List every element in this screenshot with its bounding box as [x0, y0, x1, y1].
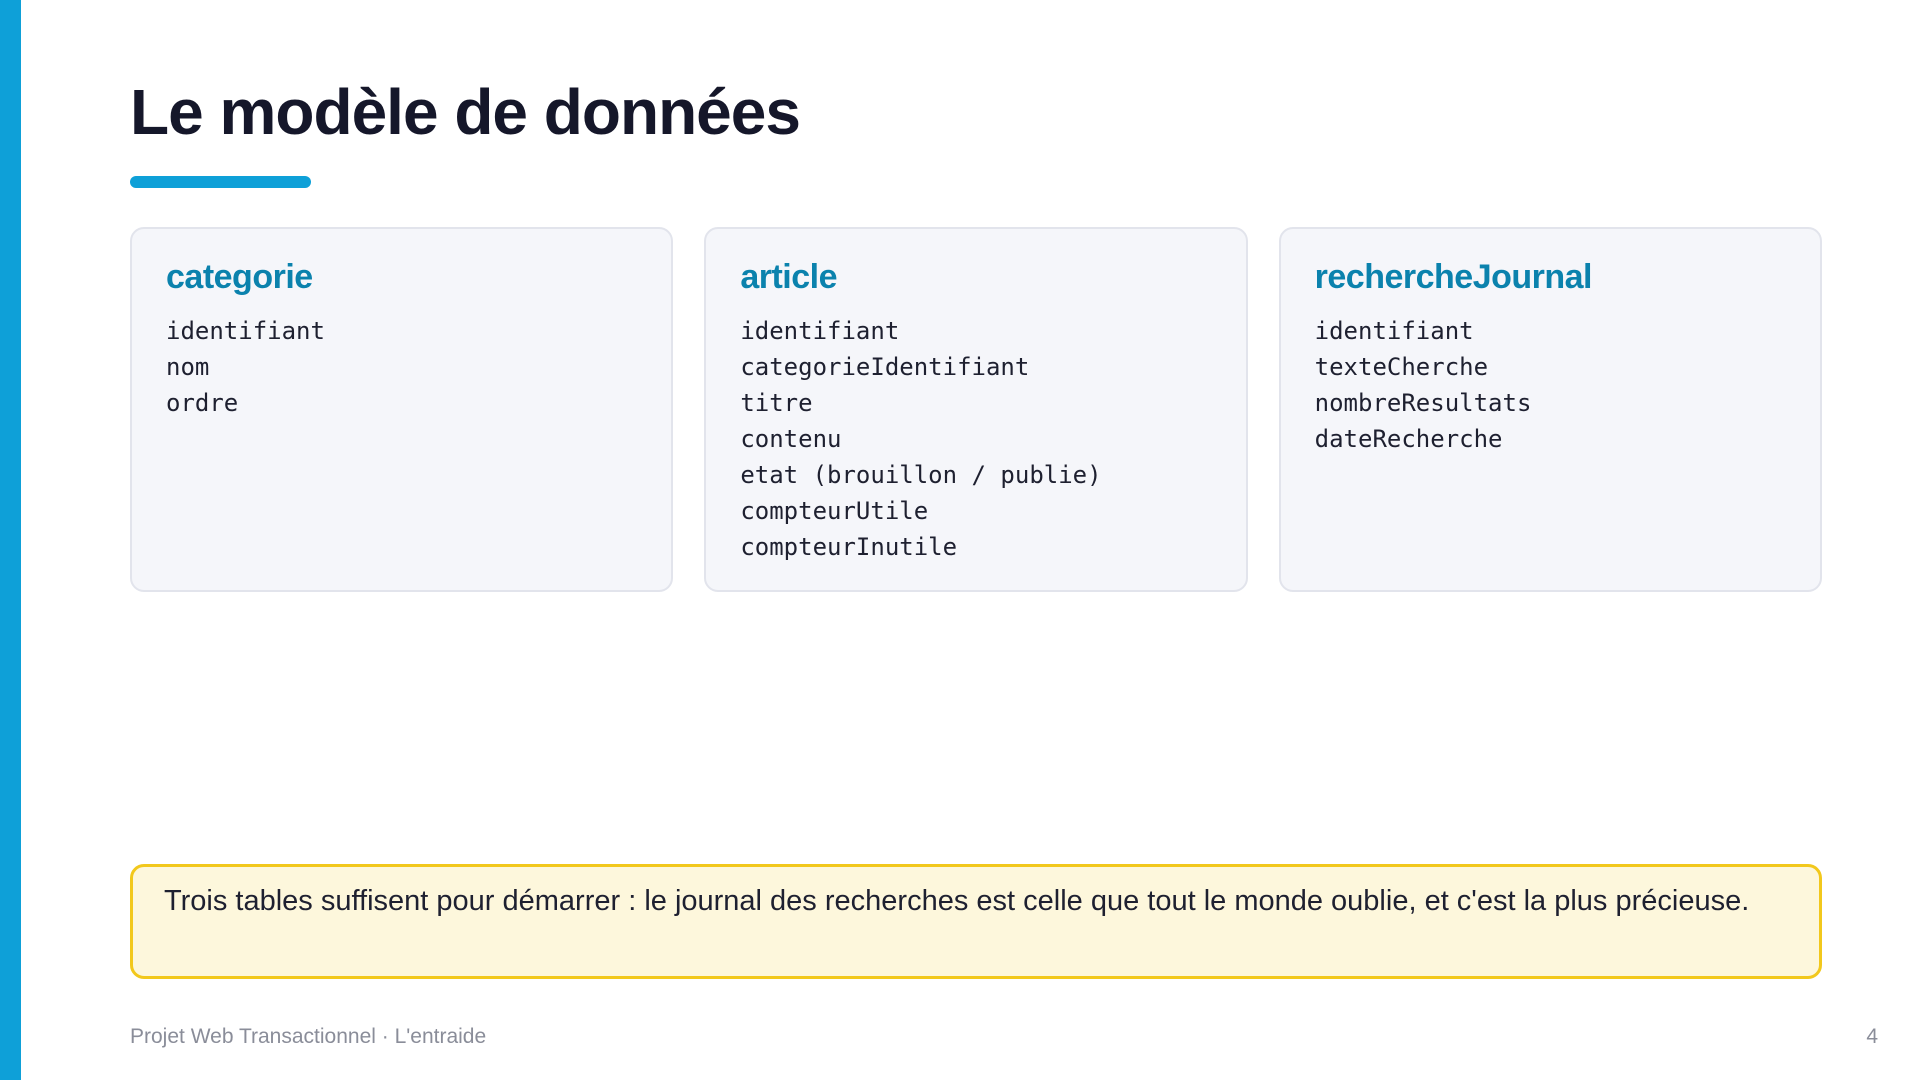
callout-note: Trois tables suffisent pour démarrer : l… [130, 864, 1822, 979]
field-item: contenu [740, 425, 842, 453]
slide: Le modèle de données categorie identifia… [0, 0, 1920, 1080]
table-card-recherchejournal: rechercheJournal identifiant texteCherch… [1278, 227, 1822, 592]
field-item: compteurUtile [740, 497, 929, 525]
field-item: identifiant [166, 317, 325, 345]
title-underline [130, 176, 311, 188]
field-list: identifiant categorieIdentifiant titre c… [740, 313, 1211, 565]
field-item: compteurInutile [740, 533, 958, 561]
field-item: categorieIdentifiant [740, 353, 1030, 381]
accent-bar [0, 0, 21, 1080]
field-item: nombreResultats [1314, 389, 1532, 417]
field-item: texteCherche [1314, 353, 1489, 381]
field-item: identifiant [740, 317, 900, 345]
page-number: 4 [1866, 1025, 1878, 1048]
field-item: ordre [166, 389, 239, 417]
field-list: identifiant texteCherche nombreResultats… [1315, 313, 1786, 457]
footer-text: Projet Web Transactionnel · L'entraide [130, 1025, 487, 1048]
field-item: identifiant [1314, 317, 1474, 345]
table-cards: categorie identifiant nom ordre article … [130, 227, 1822, 592]
slide-title: Le modèle de données [130, 76, 801, 148]
field-list: identifiant nom ordre [166, 313, 637, 421]
table-name: article [740, 258, 838, 296]
callout-text: Trois tables suffisent pour démarrer : l… [164, 885, 1750, 917]
table-name: rechercheJournal [1314, 258, 1593, 296]
field-item: titre [740, 389, 813, 417]
table-card-categorie: categorie identifiant nom ordre [130, 227, 674, 592]
field-item: dateRecherche [1314, 425, 1503, 453]
field-item: etat (brouillon / publie) [740, 461, 1102, 489]
table-card-article: article identifiant categorieIdentifiant… [704, 227, 1248, 592]
field-item: nom [166, 353, 210, 381]
table-name: categorie [166, 258, 313, 296]
